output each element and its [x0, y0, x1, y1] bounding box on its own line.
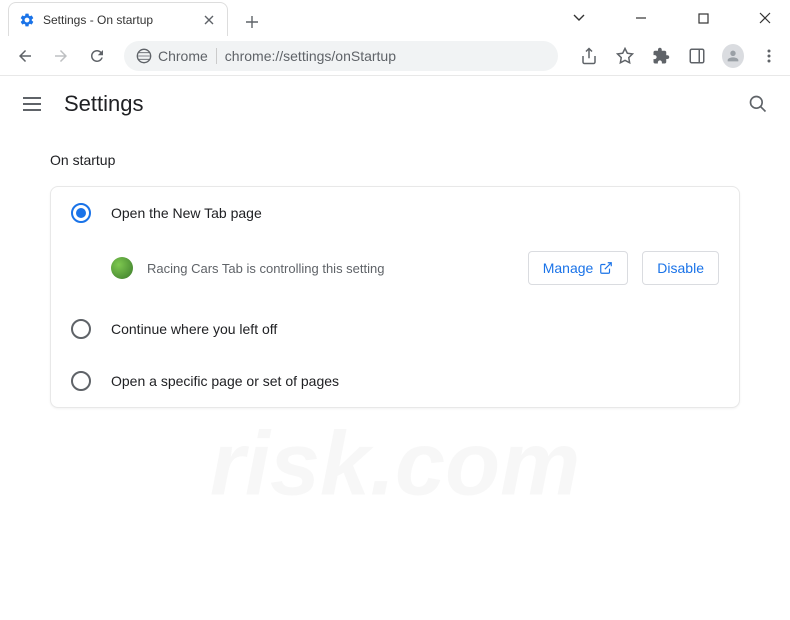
settings-header: Settings [0, 76, 790, 132]
option-label: Open the New Tab page [111, 205, 262, 221]
section-title: On startup [50, 152, 740, 168]
extensions-icon[interactable] [650, 45, 672, 67]
disable-label: Disable [657, 260, 704, 276]
extension-icon [111, 257, 133, 279]
extension-notice: Racing Cars Tab is controlling this sett… [147, 261, 514, 276]
new-tab-button[interactable] [238, 8, 266, 36]
reload-button[interactable] [82, 41, 112, 71]
gear-icon [19, 12, 35, 28]
url-text: chrome://settings/onStartup [225, 48, 396, 64]
manage-label: Manage [543, 260, 594, 276]
hamburger-icon[interactable] [20, 92, 44, 116]
sidepanel-icon[interactable] [686, 45, 708, 67]
address-bar: Chrome chrome://settings/onStartup [0, 36, 790, 76]
close-tab-icon[interactable] [201, 12, 217, 28]
option-label: Open a specific page or set of pages [111, 373, 339, 389]
menu-icon[interactable] [758, 45, 780, 67]
back-button[interactable] [10, 41, 40, 71]
close-button[interactable] [748, 4, 782, 32]
startup-card: Open the New Tab page Racing Cars Tab is… [50, 186, 740, 408]
profile-icon[interactable] [722, 45, 744, 67]
bookmark-icon[interactable] [614, 45, 636, 67]
option-new-tab[interactable]: Open the New Tab page [51, 187, 739, 239]
search-icon[interactable] [746, 92, 770, 116]
url-divider [216, 48, 217, 64]
forward-button [46, 41, 76, 71]
maximize-button[interactable] [686, 4, 720, 32]
url-scheme: Chrome [158, 48, 208, 64]
watermark-sub: risk.com [210, 414, 580, 517]
minimize-button[interactable] [624, 4, 658, 32]
tab-title: Settings - On startup [43, 13, 193, 27]
tab-bar: Settings - On startup [0, 0, 590, 36]
site-info-button[interactable]: Chrome [136, 48, 208, 64]
disable-button[interactable]: Disable [642, 251, 719, 285]
option-label: Continue where you left off [111, 321, 277, 337]
option-continue[interactable]: Continue where you left off [51, 303, 739, 355]
content: On startup Open the New Tab page Racing … [0, 132, 790, 428]
radio-new-tab[interactable] [71, 203, 91, 223]
url-box[interactable]: Chrome chrome://settings/onStartup [124, 41, 558, 71]
browser-tab[interactable]: Settings - On startup [8, 2, 228, 36]
toolbar-icons [570, 45, 780, 67]
option-specific[interactable]: Open a specific page or set of pages [51, 355, 739, 407]
share-icon[interactable] [578, 45, 600, 67]
page-title: Settings [64, 91, 746, 117]
radio-specific[interactable] [71, 371, 91, 391]
extension-notice-row: Racing Cars Tab is controlling this sett… [51, 239, 739, 303]
external-link-icon [599, 261, 613, 275]
radio-continue[interactable] [71, 319, 91, 339]
manage-button[interactable]: Manage [528, 251, 629, 285]
